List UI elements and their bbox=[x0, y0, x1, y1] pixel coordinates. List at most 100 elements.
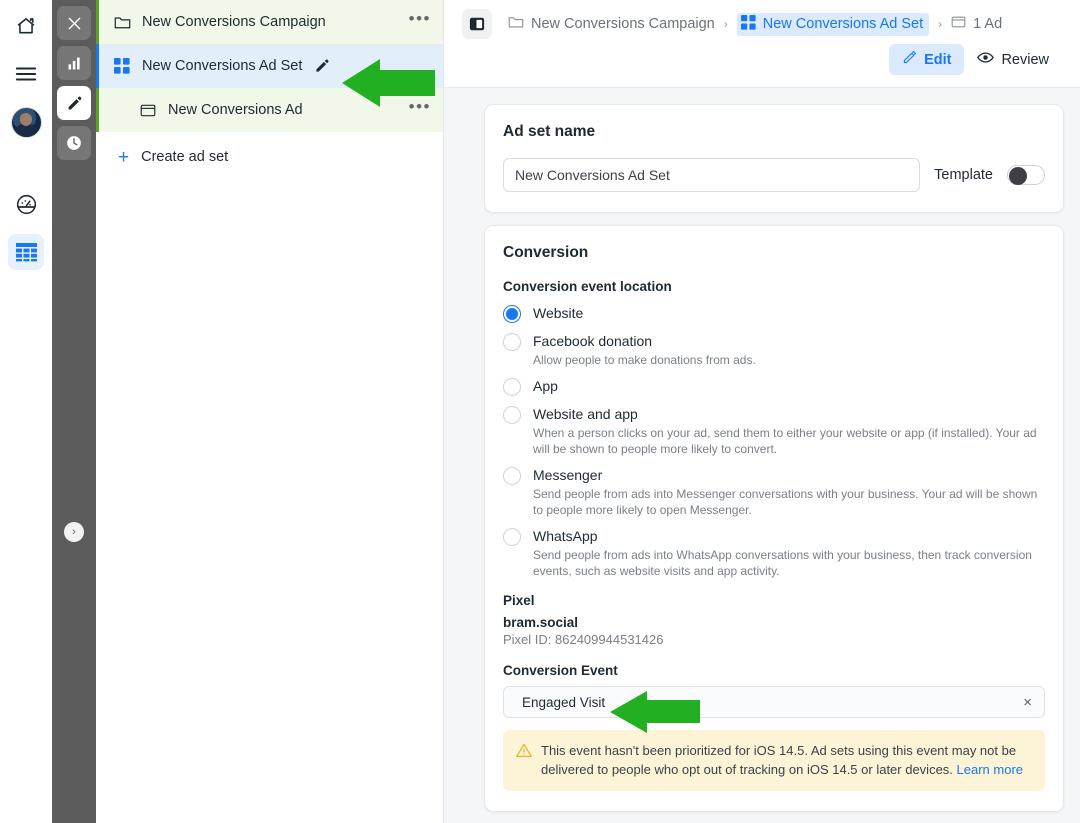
radio-website-body: Website bbox=[533, 304, 583, 322]
app-root: › New Conversions Campaign ••• New Conve… bbox=[0, 0, 1080, 823]
breadcrumb-adset-label: New Conversions Ad Set bbox=[762, 16, 924, 32]
tree-row-campaign[interactable]: New Conversions Campaign ••• bbox=[96, 0, 443, 44]
ios-warning-message: This event hasn't been prioritized for i… bbox=[541, 743, 1017, 777]
radio-website-and-app-desc: When a person clicks on your ad, send th… bbox=[533, 426, 1037, 456]
left-icon-rail bbox=[0, 0, 52, 823]
radio-option-whatsapp[interactable]: WhatsApp Send people from ads into Whats… bbox=[503, 527, 1045, 579]
plus-icon: + bbox=[118, 146, 130, 168]
radio-option-facebook-donation[interactable]: Facebook donation Allow people to make d… bbox=[503, 332, 1045, 368]
template-toggle-knob bbox=[1009, 167, 1027, 185]
radio-facebook-donation[interactable] bbox=[503, 333, 521, 351]
grid-blue-icon bbox=[740, 14, 756, 34]
pencil-icon[interactable] bbox=[314, 58, 330, 74]
pencil-icon[interactable] bbox=[57, 86, 91, 120]
ad-set-name-input[interactable]: New Conversions Ad Set bbox=[503, 158, 921, 192]
breadcrumb-separator-2: › bbox=[938, 17, 943, 31]
home-icon[interactable] bbox=[8, 8, 44, 44]
window-icon bbox=[140, 103, 162, 118]
clock-icon[interactable] bbox=[57, 126, 91, 160]
view-mode-buttons: Edit Review bbox=[889, 44, 1062, 75]
tree-adset-label: New Conversions Ad Set bbox=[142, 58, 303, 74]
tree-row-adset[interactable]: New Conversions Ad Set bbox=[96, 44, 443, 88]
breadcrumb-item-ads[interactable]: 1 Ad bbox=[951, 15, 1002, 33]
radio-messenger-label: Messenger bbox=[533, 467, 603, 483]
warning-triangle-icon bbox=[516, 743, 532, 779]
speedometer-icon[interactable] bbox=[8, 186, 44, 222]
window-icon bbox=[951, 15, 966, 33]
ad-set-name-row: New Conversions Ad Set Template bbox=[503, 158, 1045, 192]
menu-icon[interactable] bbox=[8, 56, 44, 92]
radio-app-body: App bbox=[533, 377, 558, 395]
ios-warning-banner: This event hasn't been prioritized for i… bbox=[503, 730, 1045, 791]
avatar-image bbox=[10, 106, 42, 138]
radio-option-app[interactable]: App bbox=[503, 377, 1045, 396]
learn-more-link[interactable]: Learn more bbox=[957, 762, 1023, 777]
review-label: Review bbox=[1001, 51, 1049, 68]
conversion-event-location-label: Conversion event location bbox=[503, 279, 672, 294]
radio-whatsapp[interactable] bbox=[503, 528, 521, 546]
pixel-label: Pixel bbox=[503, 593, 535, 608]
top-bar: New Conversions Campaign › New Conversio… bbox=[444, 0, 1080, 88]
close-icon[interactable] bbox=[57, 6, 91, 40]
ad-set-name-title: Ad set name bbox=[503, 123, 596, 140]
tree-ad-label: New Conversions Ad bbox=[168, 102, 303, 118]
radio-app-label: App bbox=[533, 378, 558, 394]
radio-website[interactable] bbox=[503, 305, 521, 323]
breadcrumb-ads-label: 1 Ad bbox=[973, 16, 1003, 32]
radio-website-label: Website bbox=[533, 305, 584, 321]
radio-whatsapp-body: WhatsApp Send people from ads into Whats… bbox=[533, 527, 1045, 579]
radio-website-and-app-body: Website and app When a person clicks on … bbox=[533, 405, 1045, 457]
radio-facebook-donation-label: Facebook donation bbox=[533, 333, 653, 349]
radio-option-messenger[interactable]: Messenger Send people from ads into Mess… bbox=[503, 466, 1045, 518]
radio-option-website-and-app[interactable]: Website and app When a person clicks on … bbox=[503, 405, 1045, 457]
radio-whatsapp-desc: Send people from ads into WhatsApp conve… bbox=[533, 548, 1032, 578]
radio-facebook-donation-desc: Allow people to make donations from ads. bbox=[533, 353, 756, 367]
tree-campaign-label: New Conversions Campaign bbox=[142, 14, 326, 30]
edit-label: Edit bbox=[924, 51, 952, 68]
campaign-tree-panel: New Conversions Campaign ••• New Convers… bbox=[96, 0, 444, 823]
pencil-icon bbox=[902, 50, 917, 69]
radio-website-and-app[interactable] bbox=[503, 406, 521, 424]
main-content: New Conversions Campaign › New Conversio… bbox=[444, 0, 1080, 823]
grid-blue-icon bbox=[114, 58, 136, 74]
create-ad-set-button[interactable]: + Create ad set bbox=[96, 136, 443, 178]
ios-warning-text: This event hasn't been prioritized for i… bbox=[541, 741, 1031, 779]
conversion-card: Conversion Conversion event location Web… bbox=[484, 225, 1064, 812]
edit-button[interactable]: Edit bbox=[889, 44, 965, 75]
close-icon[interactable]: × bbox=[1023, 695, 1032, 710]
breadcrumb-item-campaign[interactable]: New Conversions Campaign bbox=[508, 15, 715, 33]
review-button[interactable]: Review bbox=[964, 44, 1062, 75]
ad-set-name-card: Ad set name New Conversions Ad Set Templ… bbox=[484, 104, 1064, 213]
panel-toggle-icon[interactable] bbox=[462, 9, 492, 39]
conversion-event-field[interactable]: Engaged Visit × bbox=[503, 686, 1045, 718]
conversion-event-label: Conversion Event bbox=[503, 663, 618, 678]
campaign-menu-button[interactable]: ••• bbox=[409, 10, 431, 30]
radio-whatsapp-label: WhatsApp bbox=[533, 528, 598, 544]
radio-messenger-desc: Send people from ads into Messenger conv… bbox=[533, 487, 1038, 517]
dark-tool-strip: › bbox=[52, 0, 96, 823]
ad-menu-button[interactable]: ••• bbox=[409, 98, 431, 118]
grid-table-icon[interactable] bbox=[8, 234, 44, 270]
template-label: Template bbox=[934, 167, 993, 183]
create-ad-set-label: Create ad set bbox=[141, 149, 229, 165]
pixel-name: bram.social bbox=[503, 615, 579, 630]
pixel-id: Pixel ID: 862409944531426 bbox=[503, 632, 664, 647]
breadcrumb: New Conversions Campaign › New Conversio… bbox=[462, 0, 1062, 44]
breadcrumb-campaign-label: New Conversions Campaign bbox=[531, 16, 715, 32]
eye-icon bbox=[977, 50, 995, 69]
radio-option-website[interactable]: Website bbox=[503, 304, 1045, 323]
radio-facebook-donation-body: Facebook donation Allow people to make d… bbox=[533, 332, 756, 368]
template-toggle[interactable] bbox=[1007, 165, 1045, 185]
radio-app[interactable] bbox=[503, 378, 521, 396]
settings-scroll-area[interactable]: Ad set name New Conversions Ad Set Templ… bbox=[444, 88, 1080, 823]
bar-chart-icon[interactable] bbox=[57, 46, 91, 80]
tree-row-ad[interactable]: New Conversions Ad ••• bbox=[96, 88, 443, 132]
radio-messenger[interactable] bbox=[503, 467, 521, 485]
avatar[interactable] bbox=[8, 104, 44, 140]
breadcrumb-item-adset[interactable]: New Conversions Ad Set bbox=[736, 12, 930, 36]
conversion-title: Conversion bbox=[503, 244, 589, 261]
folder-icon bbox=[508, 15, 524, 33]
expand-strip-button[interactable]: › bbox=[64, 522, 84, 542]
radio-messenger-body: Messenger Send people from ads into Mess… bbox=[533, 466, 1045, 518]
radio-website-and-app-label: Website and app bbox=[533, 406, 638, 422]
